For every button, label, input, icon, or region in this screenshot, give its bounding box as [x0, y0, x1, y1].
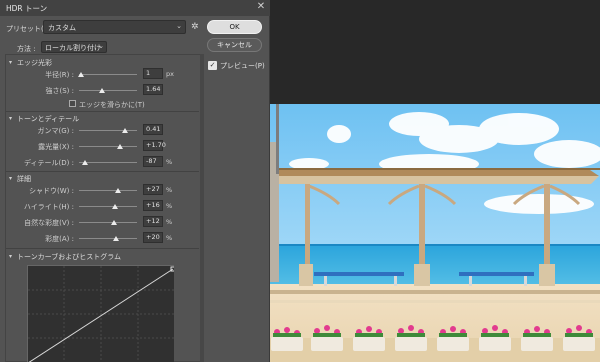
detail-unit: % — [166, 158, 173, 166]
vibrance-unit: % — [166, 218, 173, 226]
cancel-button[interactable]: キャンセル — [207, 38, 262, 52]
gamma-slider-thumb[interactable] — [122, 128, 128, 133]
method-dropdown[interactable]: ローカル割り付け ⌄ — [41, 41, 107, 53]
gamma-slider[interactable] — [79, 130, 137, 131]
saturation-label: 彩度(A) : — [45, 235, 74, 243]
hdr-toning-dialog: HDR トーン ✕ プリセット(E) : カスタム ⌄ ✲ OK キャンセル ✓… — [0, 0, 270, 362]
exposure-input[interactable]: +1.70 — [143, 140, 166, 151]
toning-curve-graph[interactable] — [27, 265, 174, 362]
exposure-slider[interactable] — [79, 146, 137, 147]
radius-slider[interactable] — [79, 74, 137, 75]
chevron-down-icon: ⌄ — [176, 22, 182, 30]
strength-label: 強さ(S) : — [45, 87, 75, 95]
exposure-label: 露光量(X) : — [38, 143, 74, 151]
section-advanced[interactable]: 詳細 — [17, 174, 31, 184]
preview-checkbox[interactable]: ✓ — [208, 61, 217, 70]
vibrance-label: 自然な彩度(V) : — [24, 219, 74, 227]
radius-label: 半径(R) : — [45, 71, 74, 79]
strength-slider-thumb[interactable] — [99, 88, 105, 93]
saturation-unit: % — [166, 234, 173, 242]
smooth-edges-checkbox[interactable] — [69, 100, 76, 107]
scrollbar[interactable] — [200, 54, 204, 362]
divider — [6, 248, 199, 249]
highlight-input[interactable]: +16 — [143, 200, 163, 211]
detail-slider-thumb[interactable] — [82, 160, 88, 165]
exposure-slider-thumb[interactable] — [117, 144, 123, 149]
shadow-unit: % — [166, 186, 173, 194]
detail-input[interactable]: -87 — [143, 156, 163, 167]
detail-label: ディテール(D) : — [24, 159, 74, 167]
ok-button[interactable]: OK — [207, 20, 262, 34]
divider — [6, 171, 199, 172]
dialog-titlebar[interactable]: HDR トーン ✕ — [0, 0, 270, 16]
shadow-slider-thumb[interactable] — [115, 188, 121, 193]
shadow-label: シャドウ(W) : — [29, 187, 74, 195]
vibrance-slider[interactable] — [79, 222, 137, 223]
collapse-arrow-icon[interactable]: ▾ — [9, 175, 12, 182]
saturation-input[interactable]: +20 — [143, 232, 163, 243]
divider — [6, 111, 199, 112]
highlight-unit: % — [166, 202, 173, 210]
preset-value: カスタム — [48, 24, 76, 32]
highlight-slider[interactable] — [79, 206, 137, 207]
radius-unit: px — [166, 70, 174, 78]
collapse-arrow-icon[interactable]: ▾ — [9, 115, 12, 122]
method-label: 方法 : — [17, 45, 36, 53]
shadow-input[interactable]: +27 — [143, 184, 163, 195]
strength-input[interactable]: 1.64 — [143, 84, 163, 95]
strength-slider[interactable] — [79, 90, 137, 91]
collapse-arrow-icon[interactable]: ▾ — [9, 59, 12, 66]
close-icon[interactable]: ✕ — [255, 1, 267, 13]
preview-image — [269, 104, 600, 362]
radius-slider-thumb[interactable] — [78, 72, 84, 77]
vibrance-slider-thumb[interactable] — [111, 220, 117, 225]
section-toning-curve[interactable]: トーンカーブおよびヒストグラム — [17, 252, 121, 262]
highlight-label: ハイライト(H) : — [23, 203, 74, 211]
vibrance-input[interactable]: +12 — [143, 216, 163, 227]
preset-dropdown[interactable]: カスタム ⌄ — [43, 20, 186, 34]
saturation-slider[interactable] — [79, 238, 137, 239]
highlight-slider-thumb[interactable] — [112, 204, 118, 209]
section-tone-detail[interactable]: トーンとディテール — [17, 114, 79, 124]
gear-icon[interactable]: ✲ — [191, 22, 199, 32]
gamma-label: ガンマ(G) : — [37, 127, 74, 135]
method-value: ローカル割り付け — [45, 44, 101, 52]
gamma-input[interactable]: 0.41 — [143, 124, 163, 135]
preview-label: プレビュー(P) — [220, 62, 265, 70]
section-edge-glow[interactable]: エッジ光彩 — [17, 58, 52, 68]
dialog-title: HDR トーン — [6, 4, 48, 13]
collapse-arrow-icon[interactable]: ▾ — [9, 253, 12, 260]
chevron-down-icon: ⌄ — [98, 42, 104, 50]
saturation-slider-thumb[interactable] — [113, 236, 119, 241]
shadow-slider[interactable] — [79, 190, 137, 191]
smooth-edges-label: エッジを滑らかに(T) — [79, 101, 145, 109]
radius-input[interactable]: 1 — [143, 68, 163, 79]
